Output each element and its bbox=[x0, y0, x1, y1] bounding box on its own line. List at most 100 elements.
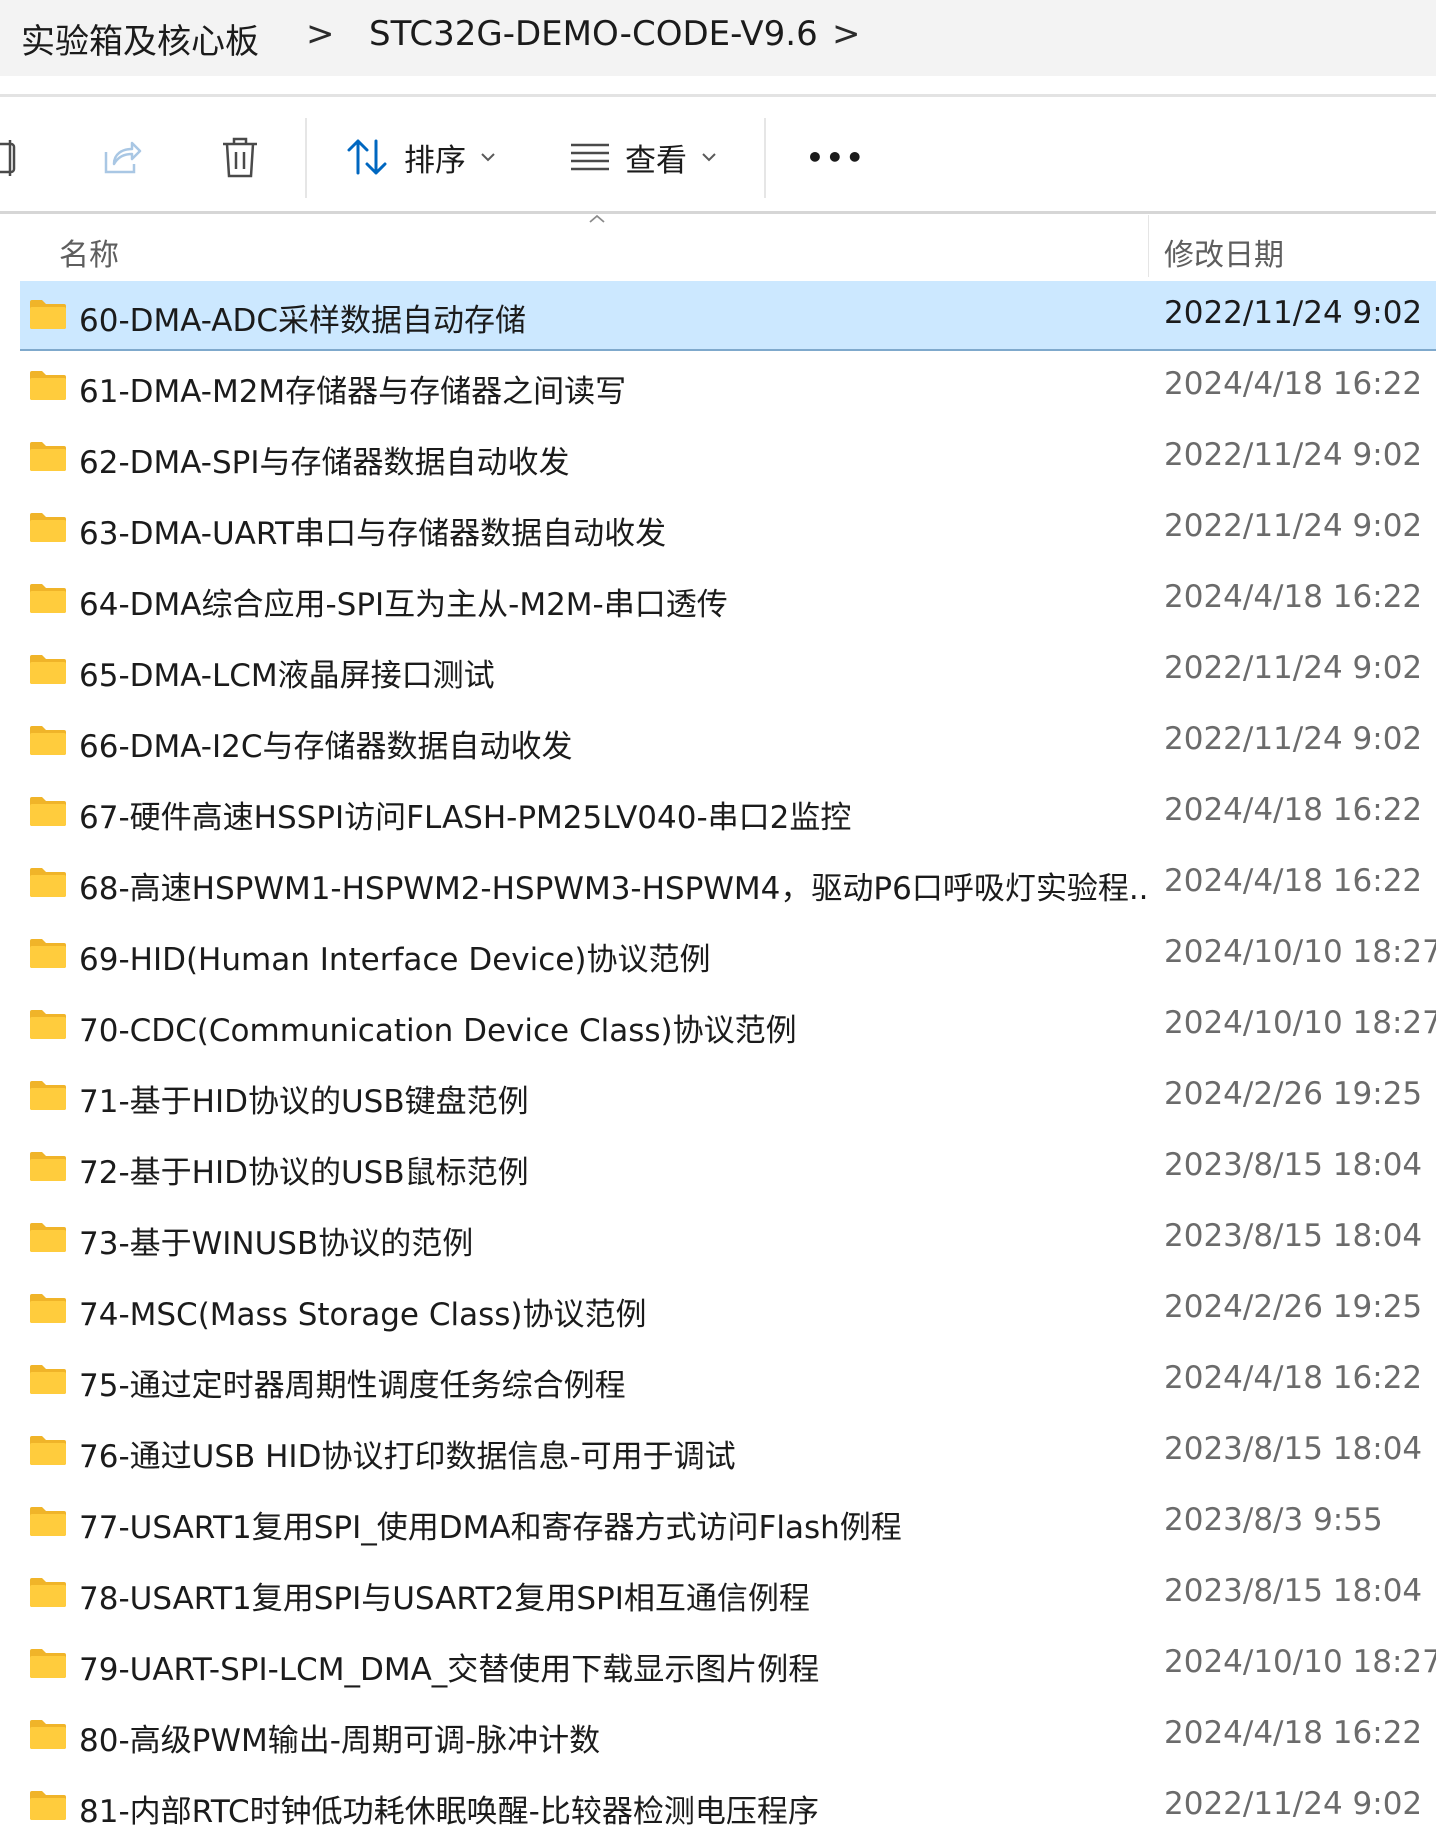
column-header-name[interactable]: 名称 bbox=[59, 230, 119, 274]
folder-icon bbox=[30, 1720, 66, 1749]
file-name: 62-DMA-SPI与存储器数据自动收发 bbox=[79, 445, 570, 481]
folder-icon bbox=[30, 939, 66, 968]
file-name: 61-DMA-M2M存储器与存储器之间读写 bbox=[79, 374, 627, 410]
file-name: 80-高级PWM输出-周期可调-脉冲计数 bbox=[79, 1723, 601, 1759]
file-name: 72-基于HID协议的USB鼠标范例 bbox=[79, 1155, 529, 1191]
file-modified-date: 2022/11/24 9:02 bbox=[1164, 650, 1423, 686]
view-label: 查看 bbox=[625, 142, 687, 179]
file-modified-date: 2024/4/18 16:22 bbox=[1164, 1360, 1423, 1396]
file-modified-date: 2023/8/15 18:04 bbox=[1164, 1218, 1423, 1254]
folder-icon bbox=[30, 655, 66, 684]
folder-icon bbox=[30, 797, 66, 826]
list-item[interactable]: 76-通过USB HID协议打印数据信息-可用于调试 2023/8/15 18:0… bbox=[20, 1417, 1436, 1487]
file-name: 79-UART-SPI-LCM_DMA_交替使用下载显示图片例程 bbox=[79, 1652, 820, 1688]
folder-icon bbox=[30, 1649, 66, 1678]
toolbar-divider bbox=[0, 211, 1436, 214]
breadcrumb-item-0[interactable]: 实验箱及核心板 bbox=[21, 14, 259, 63]
file-modified-date: 2024/2/26 19:25 bbox=[1164, 1289, 1423, 1325]
folder-icon bbox=[30, 513, 66, 542]
file-name: 70-CDC(Communication Device Class)协议范例 bbox=[79, 1013, 797, 1049]
folder-icon bbox=[30, 584, 66, 613]
file-modified-date: 2024/10/10 18:27 bbox=[1164, 1005, 1436, 1041]
list-item[interactable]: 66-DMA-I2C与存储器数据自动收发 2022/11/24 9:02 bbox=[20, 707, 1436, 777]
list-item[interactable]: 67-硬件高速HSSPI访问FLASH-PM25LV040-串口2监控 2024/… bbox=[20, 778, 1436, 848]
sort-icon bbox=[347, 139, 387, 175]
share-icon[interactable] bbox=[100, 138, 142, 178]
file-name: 77-USART1复用SPI_使用DMA和寄存器方式访问Flash例程 bbox=[79, 1510, 902, 1546]
list-item[interactable]: 71-基于HID协议的USB键盘范例 2024/2/26 19:25 bbox=[20, 1062, 1436, 1132]
list-item[interactable]: 81-内部RTC时钟低功耗休眠唤醒-比较器检测电压程序 2022/11/24 9:… bbox=[20, 1772, 1436, 1842]
file-name: 78-USART1复用SPI与USART2复用SPI相互通信例程 bbox=[79, 1581, 810, 1617]
file-name: 69-HID(Human Interface Device)协议范例 bbox=[79, 942, 711, 978]
file-modified-date: 2023/8/15 18:04 bbox=[1164, 1431, 1423, 1467]
list-item[interactable]: 74-MSC(Mass Storage Class)协议范例 2024/2/26 … bbox=[20, 1275, 1436, 1345]
sort-label: 排序 bbox=[404, 142, 466, 179]
file-modified-date: 2024/4/18 16:22 bbox=[1164, 863, 1423, 899]
view-list-icon bbox=[571, 143, 609, 171]
folder-icon bbox=[30, 1294, 66, 1323]
rename-icon[interactable] bbox=[0, 138, 24, 178]
sort-button[interactable]: 排序 bbox=[346, 127, 496, 187]
file-modified-date: 2024/10/10 18:27 bbox=[1164, 934, 1436, 970]
file-name: 64-DMA综合应用-SPI互为主从-M2M-串口透传 bbox=[79, 587, 728, 623]
folder-icon bbox=[30, 868, 66, 897]
delete-icon[interactable] bbox=[220, 136, 260, 180]
file-modified-date: 2023/8/3 9:55 bbox=[1164, 1502, 1383, 1538]
list-item[interactable]: 60-DMA-ADC采样数据自动存储 2022/11/24 9:02 bbox=[20, 281, 1436, 351]
folder-icon bbox=[30, 1010, 66, 1039]
folder-icon bbox=[30, 1436, 66, 1465]
toolbar-separator bbox=[305, 118, 307, 198]
list-item[interactable]: 69-HID(Human Interface Device)协议范例 2024/1… bbox=[20, 920, 1436, 990]
file-modified-date: 2022/11/24 9:02 bbox=[1164, 295, 1423, 331]
list-item[interactable]: 63-DMA-UART串口与存储器数据自动收发 2022/11/24 9:02 bbox=[20, 494, 1436, 564]
chevron-down-icon bbox=[481, 153, 495, 162]
file-modified-date: 2024/10/10 18:27 bbox=[1164, 1644, 1436, 1680]
folder-icon bbox=[30, 726, 66, 755]
list-item[interactable]: 78-USART1复用SPI与USART2复用SPI相互通信例程 2023/8/1… bbox=[20, 1559, 1436, 1629]
sort-ascending-icon bbox=[589, 214, 605, 223]
column-header-modified[interactable]: 修改日期 bbox=[1164, 230, 1284, 274]
folder-icon bbox=[30, 442, 66, 471]
file-modified-date: 2022/11/24 9:02 bbox=[1164, 437, 1423, 473]
column-divider[interactable] bbox=[1148, 215, 1149, 277]
command-bar bbox=[0, 97, 1436, 212]
list-item[interactable]: 77-USART1复用SPI_使用DMA和寄存器方式访问Flash例程 2023/… bbox=[20, 1488, 1436, 1558]
breadcrumb-item-1[interactable]: STC32G-DEMO-CODE-V9.6 bbox=[369, 14, 818, 54]
more-icon: ••• bbox=[806, 140, 866, 174]
list-item[interactable]: 68-高速HSPWM1-HSPWM2-HSPWM3-HSPWM4，驱动P6口呼吸… bbox=[20, 849, 1436, 919]
toolbar-separator bbox=[764, 118, 766, 198]
list-item[interactable]: 70-CDC(Communication Device Class)协议范例 20… bbox=[20, 991, 1436, 1061]
file-modified-date: 2023/8/15 18:04 bbox=[1164, 1147, 1423, 1183]
more-options-button[interactable]: ••• bbox=[806, 127, 866, 187]
folder-icon bbox=[30, 300, 66, 329]
list-item[interactable]: 79-UART-SPI-LCM_DMA_交替使用下载显示图片例程 2024/10/… bbox=[20, 1630, 1436, 1700]
list-item[interactable]: 62-DMA-SPI与存储器数据自动收发 2022/11/24 9:02 bbox=[20, 423, 1436, 493]
list-item[interactable]: 80-高级PWM输出-周期可调-脉冲计数 2024/4/18 16:22 bbox=[20, 1701, 1436, 1771]
file-modified-date: 2024/4/18 16:22 bbox=[1164, 366, 1423, 402]
list-item[interactable]: 65-DMA-LCM液晶屏接口测试 2022/11/24 9:02 bbox=[20, 636, 1436, 706]
folder-icon bbox=[30, 1152, 66, 1181]
list-item[interactable]: 64-DMA综合应用-SPI互为主从-M2M-串口透传 2024/4/18 16:… bbox=[20, 565, 1436, 635]
list-item[interactable]: 73-基于WINUSB协议的范例 2023/8/15 18:04 bbox=[20, 1204, 1436, 1274]
file-modified-date: 2022/11/24 9:02 bbox=[1164, 1786, 1423, 1822]
folder-icon bbox=[30, 1223, 66, 1252]
file-name: 65-DMA-LCM液晶屏接口测试 bbox=[79, 658, 495, 694]
list-item[interactable]: 75-通过定时器周期性调度任务综合例程 2024/4/18 16:22 bbox=[20, 1346, 1436, 1416]
file-name: 71-基于HID协议的USB键盘范例 bbox=[79, 1084, 529, 1120]
list-item[interactable]: 61-DMA-M2M存储器与存储器之间读写 2024/4/18 16:22 bbox=[20, 352, 1436, 422]
file-modified-date: 2024/2/26 19:25 bbox=[1164, 1076, 1423, 1112]
folder-icon bbox=[30, 1578, 66, 1607]
list-item[interactable]: 72-基于HID协议的USB鼠标范例 2023/8/15 18:04 bbox=[20, 1133, 1436, 1203]
file-name: 66-DMA-I2C与存储器数据自动收发 bbox=[79, 729, 573, 765]
view-button[interactable]: 查看 bbox=[569, 127, 717, 187]
file-modified-date: 2023/8/15 18:04 bbox=[1164, 1573, 1423, 1609]
file-name: 73-基于WINUSB协议的范例 bbox=[79, 1226, 474, 1262]
breadcrumb-expand-icon[interactable]: > bbox=[832, 14, 861, 54]
chevron-down-icon bbox=[702, 153, 716, 162]
breadcrumb-separator-icon[interactable]: > bbox=[306, 14, 335, 54]
folder-icon bbox=[30, 1081, 66, 1110]
file-name: 81-内部RTC时钟低功耗休眠唤醒-比较器检测电压程序 bbox=[79, 1794, 819, 1830]
file-name: 76-通过USB HID协议打印数据信息-可用于调试 bbox=[79, 1439, 736, 1475]
file-name: 75-通过定时器周期性调度任务综合例程 bbox=[79, 1368, 626, 1404]
folder-icon bbox=[30, 1365, 66, 1394]
